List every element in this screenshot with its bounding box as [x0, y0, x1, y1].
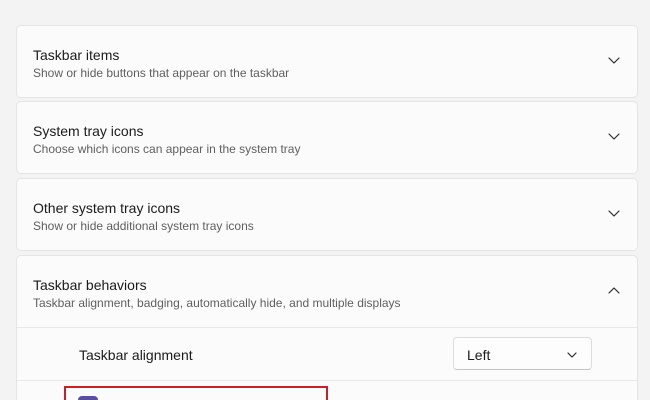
dropdown-value: Left	[467, 347, 491, 363]
section-other-system-tray-icons[interactable]: Other system tray icons Show or hide add…	[16, 178, 638, 251]
chevron-down-icon[interactable]	[607, 206, 621, 220]
section-subtitle: Show or hide additional system tray icon…	[33, 219, 254, 233]
chevron-down-icon[interactable]	[607, 129, 621, 143]
section-taskbar-items[interactable]: Taskbar items Show or hide buttons that …	[16, 25, 638, 98]
section-subtitle: Taskbar alignment, badging, automaticall…	[33, 296, 401, 310]
divider	[17, 380, 637, 381]
section-taskbar-behaviors: Taskbar behaviors Taskbar alignment, bad…	[16, 255, 638, 400]
section-title: Taskbar items	[33, 47, 120, 63]
section-title: Taskbar behaviors	[33, 277, 147, 293]
divider	[17, 327, 637, 328]
section-system-tray-icons[interactable]: System tray icons Choose which icons can…	[16, 101, 638, 174]
section-title: Other system tray icons	[33, 200, 181, 216]
chevron-down-icon	[566, 348, 578, 360]
section-subtitle: Choose which icons can appear in the sys…	[33, 142, 301, 156]
section-header[interactable]: Taskbar behaviors Taskbar alignment, bad…	[17, 256, 637, 328]
taskbar-alignment-label: Taskbar alignment	[79, 347, 193, 363]
taskbar-alignment-dropdown[interactable]: Left	[453, 337, 592, 370]
settings-page: Taskbar items Show or hide buttons that …	[0, 0, 650, 400]
highlight-box	[64, 386, 328, 400]
chevron-up-icon[interactable]	[607, 284, 621, 298]
section-title: System tray icons	[33, 123, 144, 139]
section-subtitle: Show or hide buttons that appear on the …	[33, 66, 290, 80]
chevron-down-icon[interactable]	[607, 53, 621, 67]
